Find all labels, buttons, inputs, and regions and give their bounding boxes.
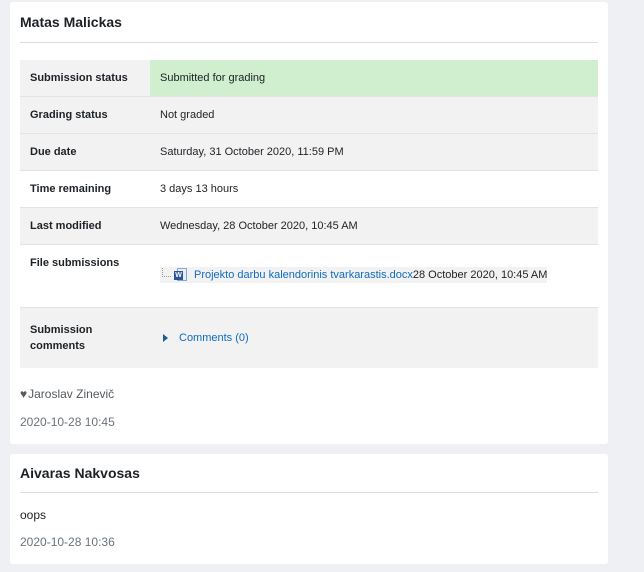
post-card: Matas Malickas Submission status Submitt… (10, 2, 608, 444)
due-date-label: Due date (20, 133, 150, 171)
divider (20, 42, 598, 43)
author: ♥ Jaroslav Zinevič (20, 387, 114, 401)
submission-comments-label: Submission comments (20, 307, 150, 368)
grading-status-value: Not graded (150, 96, 598, 134)
post-card: Aivaras Nakvosas oops 2020-10-28 10:36 (10, 454, 608, 564)
time-remaining-label: Time remaining (20, 170, 150, 208)
submission-status-value: Submitted for grading (150, 60, 598, 97)
comments-toggle[interactable]: Comments (0) (160, 332, 249, 344)
table-row: Submission comments Comments (0) (20, 307, 598, 368)
post-message: oops (20, 508, 47, 522)
word-doc-icon: W (174, 268, 188, 282)
post-title: Aivaras Nakvosas (20, 465, 140, 481)
post-timestamp: 2020-10-28 10:36 (20, 535, 115, 549)
tree-connector (162, 267, 171, 277)
table-row: Last modified Wednesday, 28 October 2020… (20, 207, 598, 245)
heart-icon: ♥ (20, 387, 28, 401)
table-row: Due date Saturday, 31 October 2020, 11:5… (20, 133, 598, 171)
post-title: Matas Malickas (20, 14, 122, 30)
divider (20, 492, 598, 493)
author-name: Jaroslav Zinevič (28, 387, 115, 401)
time-remaining-value: 3 days 13 hours (150, 170, 598, 208)
comments-link[interactable]: Comments (0) (179, 332, 249, 344)
file-item: W Projekto darbu kalendorinis tvarkarast… (160, 267, 548, 283)
grading-status-label: Grading status (20, 96, 150, 134)
caret-right-icon (163, 333, 168, 342)
file-date: 28 October 2020, 10:45 AM (412, 269, 548, 281)
table-row: Submission status Submitted for grading (20, 60, 598, 97)
submission-status-label: Submission status (20, 60, 150, 97)
due-date-value: Saturday, 31 October 2020, 11:59 PM (150, 133, 598, 171)
file-link[interactable]: Projekto darbu kalendorinis tvarkarastis… (194, 269, 413, 281)
submission-status-table: Submission status Submitted for grading … (20, 60, 598, 368)
last-modified-value: Wednesday, 28 October 2020, 10:45 AM (150, 207, 598, 245)
submission-comments-value: Comments (0) (150, 307, 598, 368)
table-row: File submissions W Projekto darbu kalend… (20, 244, 598, 308)
table-row: Grading status Not graded (20, 96, 598, 134)
file-submissions-label: File submissions (20, 244, 150, 308)
file-submissions-value: W Projekto darbu kalendorinis tvarkarast… (150, 244, 598, 308)
last-modified-label: Last modified (20, 207, 150, 245)
table-row: Time remaining 3 days 13 hours (20, 170, 598, 208)
post-timestamp: 2020-10-28 10:45 (20, 415, 115, 429)
